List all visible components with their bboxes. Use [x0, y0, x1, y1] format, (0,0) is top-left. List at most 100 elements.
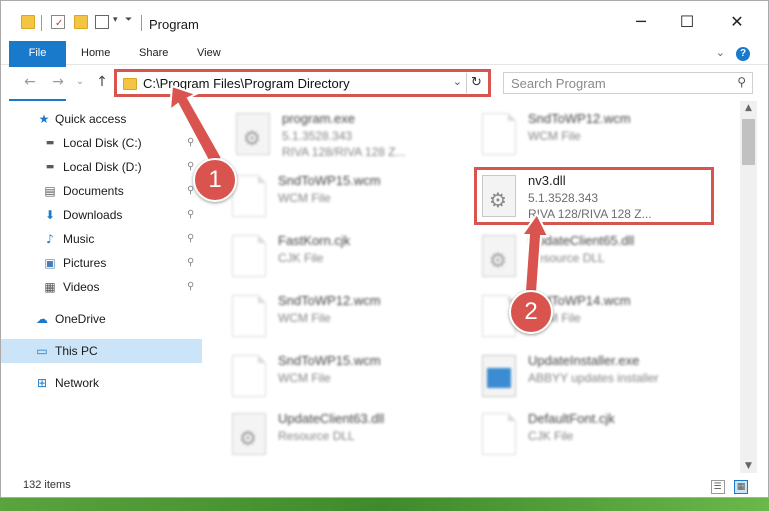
sidebar-item-onedrive[interactable]: ☁ OneDrive [1, 307, 206, 331]
drive-icon: ▬ [45, 138, 55, 148]
scrollbar-thumb[interactable] [742, 119, 755, 165]
file-item[interactable]: SndToWP15.wcm WCM File [232, 349, 472, 409]
sidebar-item-local-disk-d[interactable]: ▬ Local Disk (D:) ⚲ [1, 155, 206, 179]
sidebar-item-local-disk-c[interactable]: ▬ Local Disk (C:) ⚲ [1, 131, 206, 155]
computer-icon: ▭ [36, 344, 48, 358]
back-button[interactable]: ← [21, 73, 39, 91]
highlight-box [474, 167, 714, 225]
videos-icon: ▦ [44, 280, 56, 294]
document-icon [232, 295, 266, 337]
file-item[interactable]: FastKorn.cjk CJK File [232, 229, 472, 289]
file-name: SndToWP15.wcm [278, 353, 381, 368]
file-name: FastKorn.cjk [278, 233, 351, 248]
minimize-button[interactable]: ─ [618, 7, 664, 37]
dropdown-icon[interactable]: ⏷ [125, 15, 139, 29]
explorer-window: ✓ ▾ ⏷ Program ─ ☐ ✕ File Home Share View… [0, 0, 769, 498]
address-path[interactable]: C:\Program Files\Program Directory [143, 76, 350, 91]
file-name: SndToWP12.wcm [278, 293, 381, 308]
network-icon: ⊞ [36, 376, 48, 390]
status-bar: 132 items ☰ ▦ [1, 475, 768, 497]
file-item[interactable]: SndToWP12.wcm WCM File [232, 289, 472, 349]
sidebar-item-this-pc[interactable]: ▭ This PC [1, 339, 202, 363]
scroll-down-icon[interactable]: ▼ [740, 459, 757, 473]
help-icon[interactable]: ? [736, 47, 750, 61]
dll-file-icon: ⚙ [232, 413, 266, 455]
file-item[interactable]: ⚙ UpdateClient65.dll Resource DLL [482, 229, 722, 289]
properties-icon[interactable]: ✓ [51, 15, 65, 29]
sidebar-item-music[interactable]: ♪ Music ⚲ [1, 227, 206, 251]
file-name: program.exe [282, 111, 355, 126]
sidebar-item-quick-access[interactable]: ★ Quick access [1, 107, 206, 131]
search-input[interactable]: Search Program [511, 76, 606, 91]
up-button[interactable]: ↑ [93, 73, 111, 91]
sidebar-item-label: Network [55, 376, 100, 390]
view-switcher: ☰ ▦ [705, 479, 748, 494]
search-box[interactable]: Search Program ⚲ [503, 72, 753, 94]
recent-locations-icon[interactable]: ⌄ [71, 73, 89, 91]
file-type: Resource DLL [278, 429, 355, 443]
drive-icon: ▬ [45, 162, 55, 172]
tab-view[interactable]: View [185, 41, 233, 65]
desktop-background [0, 498, 769, 511]
document-icon [232, 175, 266, 217]
details-view-icon[interactable]: ☰ [710, 480, 725, 494]
file-type: WCM File [278, 311, 331, 325]
new-folder-icon[interactable] [74, 15, 88, 29]
file-item[interactable]: SndToWP15.wcm WCM File [232, 169, 472, 229]
sidebar-item-documents[interactable]: ▤ Documents ⚲ [1, 179, 206, 203]
title-bar: ✓ ▾ ⏷ Program ─ ☐ ✕ [1, 1, 768, 41]
search-icon: ⚲ [737, 75, 746, 89]
sidebar-item-pictures[interactable]: ▣ Pictures ⚲ [1, 251, 206, 275]
document-icon [482, 113, 516, 155]
vertical-scrollbar[interactable]: ▲ ▼ [740, 101, 757, 473]
forward-button[interactable]: → [49, 73, 67, 91]
maximize-button[interactable]: ☐ [664, 7, 710, 37]
address-dropdown-icon[interactable]: ⌄ [453, 75, 462, 88]
item-count: 132 items [23, 479, 71, 491]
file-type: ABBYY updates installer [528, 371, 659, 385]
tiles-view-icon[interactable]: ▦ [734, 480, 748, 494]
sidebar-item-label: Local Disk (C:) [63, 136, 142, 150]
file-name: SndToWP12.wcm [528, 111, 631, 126]
file-item[interactable]: DefaultFont.cjk CJK File [482, 407, 722, 467]
pin-icon[interactable]: ⚲ [187, 275, 194, 299]
star-icon: ★ [38, 112, 50, 126]
pin-icon[interactable]: ⚲ [187, 131, 194, 155]
file-item[interactable]: ⚙ program.exe 5.1.3528.343 RIVA 128/RIVA… [236, 107, 476, 167]
view-options-icon[interactable] [95, 15, 109, 29]
document-icon [232, 235, 266, 277]
sidebar-item-label: Quick access [55, 112, 127, 126]
file-item[interactable]: UpdateInstaller.exe ABBYY updates instal… [482, 349, 722, 409]
tab-share[interactable]: Share [127, 41, 180, 65]
scroll-up-icon[interactable]: ▲ [740, 101, 757, 115]
sidebar-item-label: Local Disk (D:) [63, 160, 142, 174]
navigation-pane: ★ Quick access ▬ Local Disk (C:) ⚲ ▬ Loc… [1, 101, 206, 473]
pin-icon[interactable]: ⚲ [187, 227, 194, 251]
file-name: UpdateClient65.dll [528, 233, 635, 248]
sidebar-item-downloads[interactable]: ⬇ Downloads ⚲ [1, 203, 206, 227]
refresh-button[interactable]: ↻ [466, 73, 486, 93]
file-description: RIVA 128/RIVA 128 Z... [282, 145, 406, 159]
sidebar-item-network[interactable]: ⊞ Network [1, 371, 206, 395]
step-2-badge: 2 [509, 290, 553, 334]
address-bar[interactable]: C:\Program Files\Program Directory ⌄ ↻ [114, 69, 491, 97]
file-item[interactable]: SndToWP12.wcm WCM File [482, 107, 722, 167]
cloud-icon: ☁ [36, 312, 48, 326]
expand-ribbon-icon[interactable]: ⌄ [716, 47, 725, 59]
file-item[interactable]: ⚙ UpdateClient63.dll Resource DLL [232, 407, 472, 467]
download-icon: ⬇ [44, 208, 56, 222]
sidebar-item-label: Pictures [63, 256, 107, 270]
window-title: Program [149, 17, 199, 32]
close-button[interactable]: ✕ [714, 7, 760, 37]
file-type: CJK File [528, 429, 574, 443]
documents-icon: ▤ [44, 184, 56, 198]
file-type: Resource DLL [528, 251, 605, 265]
file-list: ⚙ program.exe 5.1.3528.343 RIVA 128/RIVA… [206, 101, 740, 473]
document-icon [482, 413, 516, 455]
file-type: CJK File [278, 251, 324, 265]
pin-icon[interactable]: ⚲ [187, 251, 194, 275]
folder-icon [21, 15, 35, 29]
sidebar-item-videos[interactable]: ▦ Videos ⚲ [1, 275, 206, 299]
pin-icon[interactable]: ⚲ [187, 203, 194, 227]
tab-home[interactable]: Home [69, 41, 122, 65]
